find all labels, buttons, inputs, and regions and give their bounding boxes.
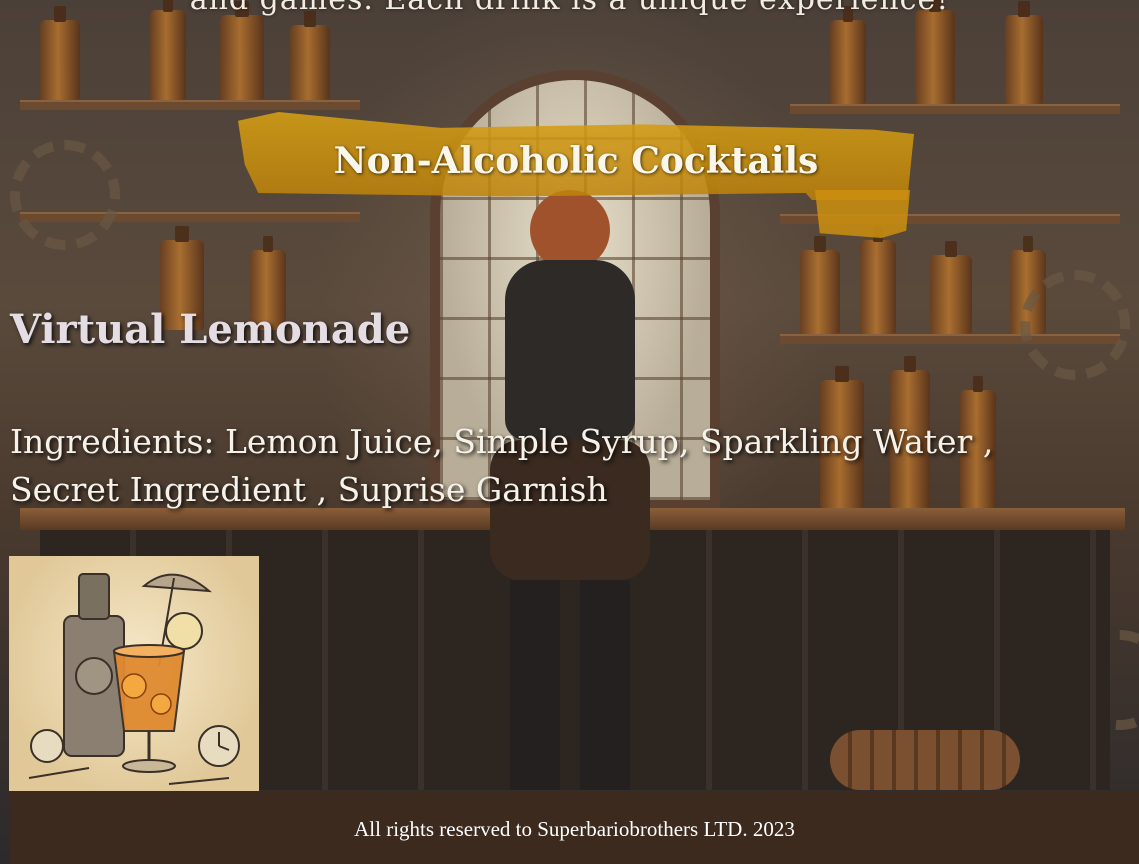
shelf <box>20 100 360 110</box>
bottle <box>860 226 896 334</box>
gear-icon <box>10 140 120 250</box>
bottle <box>150 0 186 100</box>
drink-image <box>9 556 259 791</box>
bottle <box>915 0 955 104</box>
bottle <box>220 1 264 100</box>
cocktail-illustration-icon <box>28 573 240 785</box>
copyright-text: All rights reserved to Superbariobrother… <box>354 817 795 841</box>
page-footer: All rights reserved to Superbariobrother… <box>10 791 1139 864</box>
bottle <box>800 236 840 334</box>
drink-ingredients: Ingredients: Lemon Juice, Simple Syrup, … <box>10 422 994 509</box>
gear-icon <box>1020 270 1130 380</box>
section-banner-tail <box>815 190 910 238</box>
bottle <box>930 241 972 334</box>
section-title: Non-Alcoholic Cocktails <box>333 140 819 182</box>
bottle <box>1005 1 1043 104</box>
drink-name: Virtual Lemonade <box>10 306 411 353</box>
bottle <box>40 6 80 100</box>
barrel <box>830 730 1020 790</box>
intro-text: and games. Each drink is a unique experi… <box>0 0 1139 17</box>
bottle <box>290 11 330 100</box>
bottle <box>830 6 866 104</box>
shelf <box>790 104 1120 114</box>
